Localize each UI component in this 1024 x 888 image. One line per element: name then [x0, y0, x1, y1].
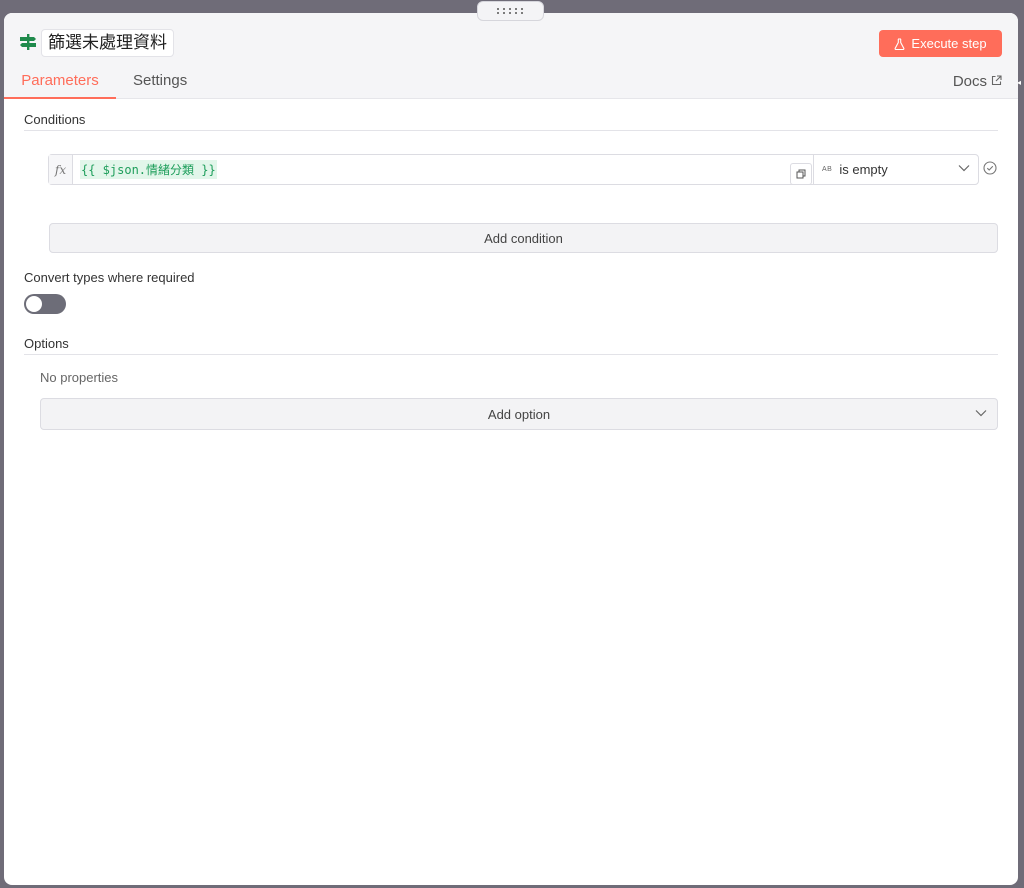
no-properties-text: No properties: [40, 370, 119, 385]
tab-settings[interactable]: Settings: [133, 73, 187, 99]
operator-value: is empty: [839, 162, 888, 177]
chevron-down-icon: [958, 165, 970, 172]
string-type-badge: AB: [822, 166, 833, 173]
docs-label: Docs: [952, 73, 987, 90]
toggle-knob: [26, 296, 42, 312]
convert-types-toggle[interactable]: [24, 294, 66, 314]
conditions-divider: [24, 130, 998, 131]
panel-drag-handle[interactable]: [477, 1, 544, 21]
chevron-down-icon: [975, 410, 987, 417]
node-title-input[interactable]: 篩選未處理資料: [41, 29, 174, 57]
signpost-icon: [20, 34, 36, 50]
condition-status-check-icon: [983, 161, 997, 175]
docs-link[interactable]: Docs: [953, 73, 1002, 90]
drag-dots-icon: [497, 8, 524, 14]
external-link-icon: [991, 75, 1002, 86]
tab-parameters[interactable]: Parameters: [4, 73, 116, 99]
condition-row: fx {{ $json.情緒分類 }} AB is empty: [48, 154, 979, 185]
add-option-dropdown[interactable]: Add option: [40, 398, 998, 430]
options-label: Options: [24, 336, 69, 351]
expression-mapping-button[interactable]: [790, 163, 812, 185]
mapping-icon: [796, 169, 806, 179]
condition-expression-text: {{ $json.情緒分類 }}: [80, 160, 217, 179]
panel-header: 篩選未處理資料 Execute step Parameters Settings…: [4, 13, 1018, 99]
add-condition-button[interactable]: Add condition: [49, 223, 998, 253]
add-option-label: Add option: [487, 406, 551, 422]
flask-icon: [894, 37, 905, 50]
execute-step-label: Execute step: [911, 36, 987, 51]
operator-select[interactable]: AB is empty: [813, 155, 978, 184]
fx-icon: fx: [49, 155, 73, 184]
node-settings-panel: 篩選未處理資料 Execute step Parameters Settings…: [4, 13, 1018, 885]
execute-step-button[interactable]: Execute step: [879, 30, 1002, 57]
condition-expression-input[interactable]: {{ $json.情緒分類 }}: [73, 155, 790, 184]
convert-types-label: Convert types where required: [24, 270, 195, 285]
conditions-label: Conditions: [24, 112, 86, 127]
options-divider: [24, 354, 998, 355]
